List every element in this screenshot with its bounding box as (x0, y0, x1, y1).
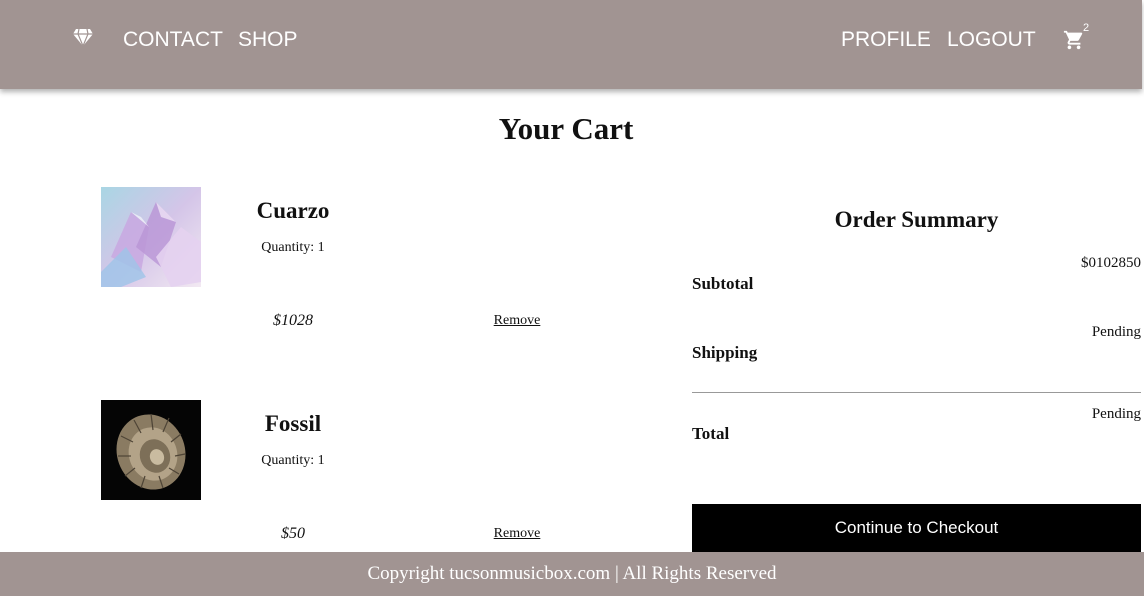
summary-divider (692, 392, 1141, 393)
footer: Copyright tucsonmusicbox.com | All Right… (0, 552, 1144, 596)
order-summary: Order Summary $0102850 Subtotal Pending … (692, 200, 1141, 552)
item-name: Fossil (264, 411, 322, 436)
cart-button[interactable] (1063, 29, 1085, 51)
diamond-logo-icon[interactable] (73, 27, 93, 48)
nav-link-logout[interactable]: LOGOUT (947, 27, 1036, 53)
nav-link-profile[interactable]: PROFILE (841, 27, 931, 53)
footer-copyright: Copyright tucsonmusicbox.com | All Right… (367, 563, 777, 584)
shipping-label: Shipping (692, 343, 758, 362)
cart-item: Cuarzo Quantity: 1 $1028 Remove (0, 187, 660, 387)
total-label: Total (692, 424, 730, 443)
nav-link-shop[interactable]: SHOP (238, 27, 298, 53)
item-quantity: Quantity: 1 (261, 240, 325, 255)
remove-item-button[interactable]: Remove (467, 313, 567, 329)
order-summary-title: Order Summary (834, 207, 999, 232)
navbar: CONTACT SHOP PROFILE LOGOUT 2 (0, 0, 1142, 89)
item-price: $1028 (273, 312, 313, 329)
remove-item-button[interactable]: Remove (467, 526, 567, 542)
cart-icon (1063, 30, 1083, 50)
fossil-image (101, 400, 201, 500)
item-quantity: Quantity: 1 (261, 453, 325, 468)
diamond-icon (73, 28, 93, 48)
continue-to-checkout-button[interactable]: Continue to Checkout (692, 504, 1141, 552)
item-price: $50 (281, 525, 305, 542)
subtotal-value: $0102850 (1081, 255, 1141, 271)
nav-link-contact[interactable]: CONTACT (123, 27, 223, 53)
shipping-value: Pending (1091, 324, 1141, 340)
subtotal-label: Subtotal (692, 274, 754, 293)
cart-count-badge: 2 (1083, 22, 1090, 34)
item-image-fossil[interactable] (101, 400, 201, 500)
item-image-quartz[interactable] (101, 187, 201, 287)
page-title: Your Cart (498, 111, 634, 146)
item-name: Cuarzo (256, 198, 330, 223)
total-value: Pending (1091, 406, 1141, 422)
quartz-crystal-image (101, 187, 201, 287)
